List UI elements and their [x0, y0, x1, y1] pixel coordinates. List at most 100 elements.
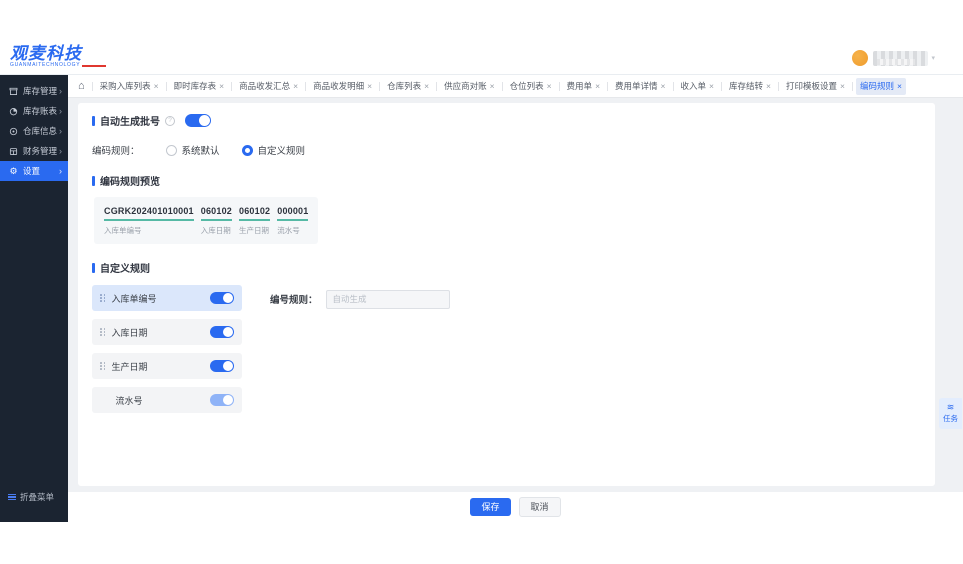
- drag-handle-icon[interactable]: [100, 328, 106, 336]
- rule-row-label: 入库日期: [111, 327, 148, 338]
- gear-icon: ⚙: [9, 165, 18, 176]
- user-account-area[interactable]: ▾: [852, 50, 935, 66]
- section-accent-bar: [92, 175, 95, 186]
- close-icon[interactable]: ×: [661, 82, 666, 91]
- close-icon[interactable]: ×: [490, 82, 495, 91]
- settings-card: 自动生成批号 ? 编码规则： 系统默认 自定义规则 编码规则预览 CGRK202…: [78, 103, 935, 486]
- tab-expense-order[interactable]: 费用单 ×: [563, 78, 604, 95]
- preview-label: 入库日期: [200, 226, 231, 235]
- warehouse-info-icon: [8, 127, 19, 136]
- sidebar-item-label: 库存管理: [23, 86, 58, 96]
- tab-coding-rules[interactable]: 编码规则 ×: [855, 77, 906, 95]
- content-area: 自动生成批号 ? 编码规则： 系统默认 自定义规则 编码规则预览 CGRK202…: [68, 98, 963, 492]
- close-icon[interactable]: ×: [840, 82, 845, 91]
- preview-segment: 000001 流水号: [277, 206, 309, 236]
- chevron-right-icon: ›: [59, 146, 62, 156]
- close-icon[interactable]: ×: [367, 82, 372, 91]
- drag-handle-icon[interactable]: [100, 294, 106, 302]
- preview-label: 入库单编号: [104, 226, 142, 235]
- sidebar-item-warehouse-info[interactable]: 仓库信息 ›: [0, 121, 68, 141]
- rule-row-production-date[interactable]: 生产日期: [92, 353, 242, 379]
- drag-handle-icon[interactable]: [100, 362, 106, 370]
- rule-toggle[interactable]: [210, 292, 234, 304]
- chevron-right-icon: ›: [59, 126, 62, 136]
- number-rule-field: 编号规则：: [270, 289, 450, 309]
- tab-purchase-inbound-list[interactable]: 采购入库列表 ×: [96, 78, 163, 95]
- section-accent-bar: [92, 115, 95, 126]
- tab-warehouse-list[interactable]: 仓库列表 ×: [383, 78, 433, 95]
- radio-system-default[interactable]: 系统默认: [165, 143, 220, 157]
- tab-goods-inout-summary[interactable]: 商品收发汇总 ×: [235, 78, 302, 95]
- tab-expense-order-detail[interactable]: 费用单详情 ×: [611, 78, 669, 95]
- tab-supplier-reconciliation[interactable]: 供应商对账 ×: [440, 78, 498, 95]
- sidebar-item-inventory-reports[interactable]: 库存账表 ›: [0, 101, 68, 121]
- tab-inventory-carryover[interactable]: 库存结转 ×: [725, 78, 775, 95]
- preview-code: CGRK202401010001: [104, 206, 194, 221]
- code-preview-panel: CGRK202401010001 入库单编号 060102 入库日期 06010…: [94, 197, 319, 244]
- tab-print-template-settings[interactable]: 打印模板设置 ×: [782, 78, 849, 95]
- close-icon[interactable]: ×: [424, 82, 429, 91]
- sidebar-item-inventory-mgmt[interactable]: 库存管理 ›: [0, 81, 68, 101]
- user-avatar[interactable]: [852, 50, 869, 66]
- preview-label: 生产日期: [239, 226, 269, 235]
- close-icon[interactable]: ×: [709, 82, 714, 91]
- close-icon[interactable]: ×: [547, 82, 552, 91]
- preview-code: 060102: [200, 206, 232, 221]
- custom-rule-area: 入库单编号 入库日期 生产日期 流水号 编号规则： 自动生成: [92, 285, 921, 413]
- brand-logo-red-accent: [82, 65, 107, 67]
- rule-row-inbound-date[interactable]: 入库日期: [92, 319, 242, 345]
- rule-row-label: 入库单编号: [111, 293, 157, 304]
- radio-icon[interactable]: [165, 144, 177, 156]
- sidebar-item-finance-mgmt[interactable]: 财务管理 ›: [0, 141, 68, 161]
- inventory-icon: [8, 87, 19, 96]
- brand-logo-subtext: GUANMAITECHNOLOGY: [10, 62, 81, 68]
- close-icon[interactable]: ×: [595, 82, 600, 91]
- report-icon: [8, 107, 19, 116]
- coding-rule-label: 编码规则：: [92, 146, 140, 157]
- close-icon[interactable]: ×: [897, 82, 902, 91]
- auto-batch-title: 自动生成批号: [100, 117, 160, 128]
- close-icon[interactable]: ×: [154, 82, 159, 91]
- task-float-button[interactable]: ≋ 任务: [939, 398, 962, 429]
- coding-rule-radio-row: 编码规则： 系统默认 自定义规则: [92, 143, 921, 157]
- tab-bar: ⌂ 采购入库列表 × 即时库存表 × 商品收发汇总 × 商品收发明细 × 仓库列表 × 供…: [68, 75, 963, 98]
- sidebar-nav: 库存管理 › 库存账表 › 仓库信息 › 财务管理 › ⚙ 设置 › 折叠菜单: [0, 75, 68, 522]
- chevron-right-icon: ›: [59, 86, 62, 96]
- rule-row-label: 流水号: [115, 395, 143, 406]
- radio-label: 自定义规则: [257, 146, 306, 157]
- rule-toggle[interactable]: [210, 326, 234, 338]
- radio-checked-icon[interactable]: [241, 144, 253, 156]
- cancel-button[interactable]: 取消: [518, 497, 561, 517]
- preview-title: 编码规则预览: [100, 177, 160, 188]
- tab-realtime-inventory[interactable]: 即时库存表 ×: [170, 78, 228, 95]
- collapse-menu-button[interactable]: 折叠菜单: [0, 491, 62, 503]
- rule-toggle[interactable]: [210, 360, 234, 372]
- sidebar-item-settings[interactable]: ⚙ 设置 ›: [0, 161, 68, 181]
- number-rule-label: 编号规则：: [270, 295, 318, 306]
- rule-row-list: 入库单编号 入库日期 生产日期 流水号: [92, 285, 242, 413]
- rule-row-inbound-order-no[interactable]: 入库单编号: [92, 285, 242, 311]
- brand-logo: 观麦科技 GUANMAITECHNOLOGY: [10, 45, 107, 68]
- save-button[interactable]: 保存: [470, 498, 511, 516]
- close-icon[interactable]: ×: [219, 82, 224, 91]
- close-icon[interactable]: ×: [766, 82, 771, 91]
- tab-bin-list[interactable]: 仓位列表 ×: [506, 78, 556, 95]
- auto-batch-toggle[interactable]: [185, 114, 211, 127]
- rule-row-label: 生产日期: [111, 361, 148, 372]
- preview-segment: 060102 生产日期: [239, 206, 271, 236]
- rule-row-serial-no[interactable]: 流水号: [92, 387, 242, 413]
- sidebar-item-label: 财务管理: [23, 146, 58, 156]
- user-name-redacted: [873, 50, 929, 66]
- task-label: 任务: [943, 414, 958, 423]
- custom-rule-section-title: 自定义规则: [92, 260, 921, 275]
- tab-income-order[interactable]: 收入单 ×: [677, 78, 718, 95]
- preview-code: 000001: [277, 206, 309, 221]
- number-rule-input[interactable]: [325, 289, 450, 309]
- tab-goods-inout-detail[interactable]: 商品收发明细 ×: [309, 78, 376, 95]
- preview-code: 060102: [239, 206, 271, 221]
- radio-custom-rule[interactable]: 自定义规则: [241, 143, 306, 157]
- home-icon[interactable]: ⌂: [78, 80, 85, 92]
- close-icon[interactable]: ×: [293, 82, 298, 91]
- rule-toggle-disabled[interactable]: [210, 394, 234, 406]
- help-icon[interactable]: ?: [165, 115, 175, 126]
